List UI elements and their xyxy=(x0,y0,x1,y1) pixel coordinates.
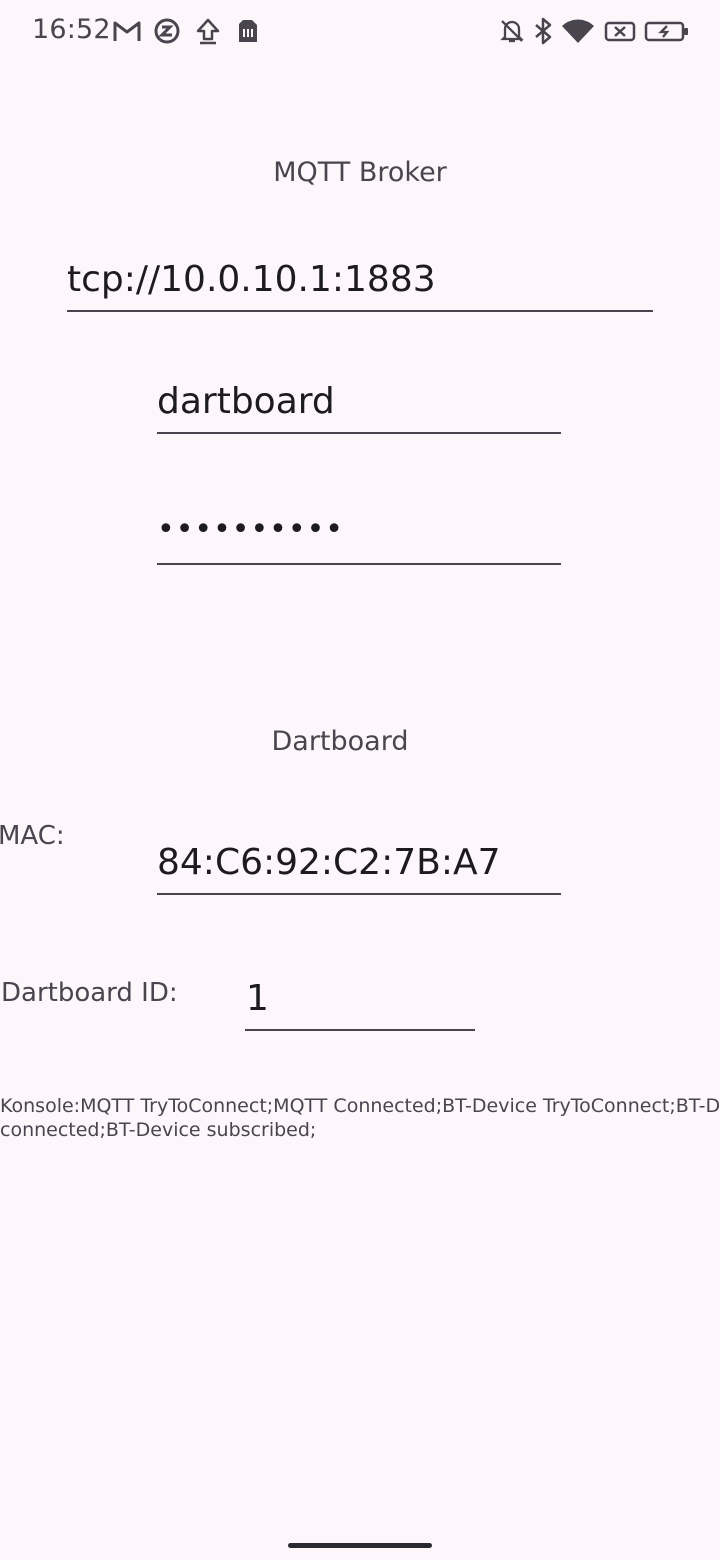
console-output: Konsole:MQTT TryToConnect;MQTT Connected… xyxy=(0,1094,720,1150)
broker-url-value: tcp://10.0.10.1:1883 xyxy=(67,259,436,300)
console-line-1: Konsole:MQTT TryToConnect;MQTT Connected… xyxy=(0,1095,720,1117)
username-field[interactable]: dartboard xyxy=(157,372,561,434)
dartboard-id-field[interactable]: 1 xyxy=(245,969,475,1031)
password-field[interactable]: •••••••••• xyxy=(157,503,561,565)
mqtt-broker-title: MQTT Broker xyxy=(273,157,447,188)
console-line-2: connected;BT-Device subscribed; xyxy=(0,1119,317,1141)
vpn-icon xyxy=(152,16,182,46)
sim-card-icon xyxy=(233,16,263,46)
battery-charging-icon xyxy=(644,16,690,46)
status-time: 16:52 xyxy=(32,14,111,45)
gesture-nav-handle[interactable] xyxy=(288,1543,432,1548)
broker-url-field[interactable]: tcp://10.0.10.1:1883 xyxy=(67,250,653,312)
bluetooth-icon xyxy=(528,16,558,46)
dartboard-title: Dartboard xyxy=(271,726,409,757)
mac-field[interactable]: 84:C6:92:C2:7B:A7 xyxy=(157,833,561,895)
username-value: dartboard xyxy=(157,381,335,422)
upload-icon xyxy=(193,16,223,46)
mac-label: MAC: xyxy=(0,821,65,851)
status-bar: 16:52 xyxy=(0,0,720,64)
bell-off-icon xyxy=(497,16,527,46)
gmail-icon xyxy=(112,16,142,46)
no-sim-icon xyxy=(604,16,636,46)
dartboard-id-label: Dartboard ID: xyxy=(1,978,178,1008)
dartboard-id-value: 1 xyxy=(246,978,269,1019)
mac-value: 84:C6:92:C2:7B:A7 xyxy=(157,842,501,883)
wifi-icon xyxy=(561,16,595,46)
password-value: •••••••••• xyxy=(157,512,344,547)
